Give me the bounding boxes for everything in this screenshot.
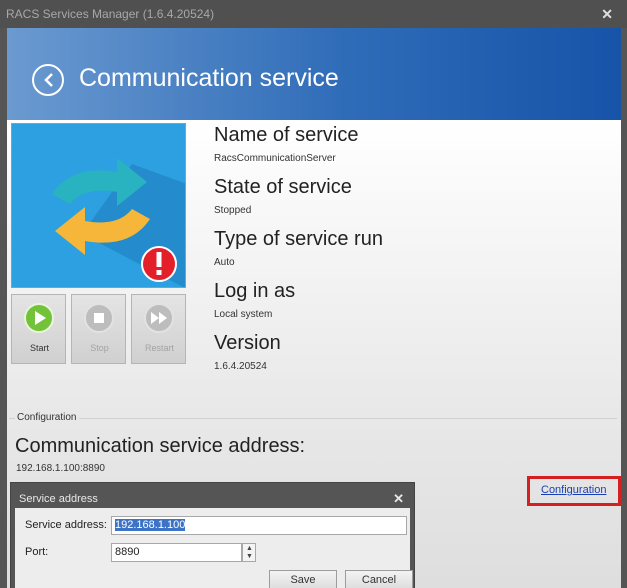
state-value: Stopped — [214, 205, 252, 216]
sync-arrows-icon — [12, 124, 185, 287]
fast-forward-icon — [144, 303, 174, 333]
page-title: Communication service — [79, 64, 339, 92]
divider — [9, 418, 15, 419]
dialog-close-icon[interactable]: ✕ — [393, 491, 404, 507]
back-button[interactable] — [32, 64, 64, 96]
cancel-button[interactable]: Cancel — [345, 570, 413, 588]
service-panel: Start Stop Restart Name of service RacsC… — [7, 120, 621, 588]
port-input[interactable]: 8890 — [111, 543, 242, 562]
service-address-value: 192.168.1.100 — [115, 519, 186, 531]
restart-button[interactable]: Restart — [131, 294, 186, 364]
window-title: RACS Services Manager (1.6.4.20524) — [6, 7, 215, 21]
address-value: 192.168.1.100:8890 — [16, 463, 105, 474]
name-label: Name of service — [214, 124, 359, 146]
start-button[interactable]: Start — [11, 294, 66, 364]
chevron-left-icon — [44, 73, 53, 87]
port-stepper[interactable]: ▲ ▼ — [242, 543, 256, 562]
stop-icon — [84, 303, 114, 333]
stop-button[interactable]: Stop — [71, 294, 126, 364]
login-value: Local system — [214, 309, 273, 320]
start-label: Start — [29, 343, 49, 353]
address-title: Communication service address: — [15, 435, 306, 457]
spin-up-icon[interactable]: ▲ — [246, 545, 253, 552]
run-type-value: Auto — [214, 257, 235, 268]
login-label: Log in as — [214, 280, 296, 302]
version-value: 1.6.4.20524 — [214, 361, 267, 372]
window-close-icon[interactable]: ✕ — [601, 6, 613, 23]
configuration-link[interactable]: Configuration — [541, 484, 606, 496]
run-type-label: Type of service run — [214, 228, 383, 250]
divider — [79, 418, 617, 419]
warning-icon — [141, 246, 177, 282]
spin-down-icon[interactable]: ▼ — [246, 553, 253, 560]
title-bar: RACS Services Manager (1.6.4.20524) ✕ — [0, 0, 627, 28]
play-icon — [24, 303, 54, 333]
configuration-section-label: Configuration — [17, 412, 77, 423]
service-address-input[interactable]: 192.168.1.100 — [111, 516, 407, 535]
version-label: Version — [214, 332, 281, 354]
stop-label: Stop — [90, 343, 109, 353]
page-header: Communication service — [7, 28, 621, 120]
main-window: Communication service Start Stop Restart… — [7, 28, 621, 588]
state-label: State of service — [214, 176, 352, 198]
port-value: 8890 — [115, 546, 140, 558]
port-label: Port: — [25, 546, 49, 558]
service-image — [11, 123, 186, 288]
service-address-dialog: Service address ✕ Service address: 192.1… — [10, 482, 415, 588]
service-address-label: Service address: — [25, 519, 107, 531]
name-value: RacsCommunicationServer — [214, 153, 336, 164]
restart-label: Restart — [144, 343, 174, 353]
dialog-title: Service address — [19, 493, 98, 505]
save-button[interactable]: Save — [269, 570, 337, 588]
dialog-body: Service address: 192.168.1.100 Port: 889… — [15, 508, 413, 588]
